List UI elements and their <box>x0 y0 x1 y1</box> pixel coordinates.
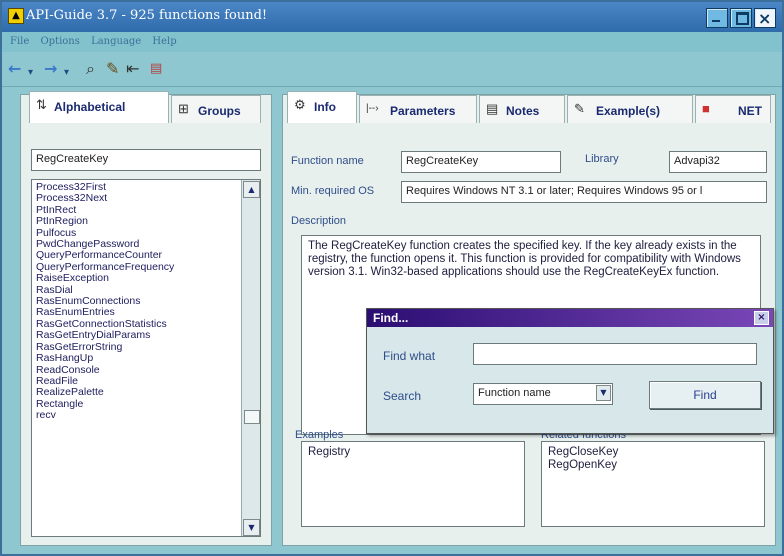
find-what-label: Find what <box>383 349 436 363</box>
function-list[interactable]: Process32First Process32Next PtInRect Pt… <box>31 179 261 537</box>
examples-icon: ✎ <box>574 101 585 116</box>
back-dropdown-icon[interactable]: ▾ <box>28 64 33 82</box>
app-window: ▲ API-Guide 3.7 - 925 functions found! ×… <box>0 0 784 556</box>
chevron-down-icon[interactable]: ▼ <box>596 385 611 401</box>
tab-notes[interactable]: ▤ Notes <box>479 95 565 123</box>
info-icon: ⚙ <box>294 97 306 112</box>
scroll-thumb[interactable] <box>244 410 260 424</box>
list-item[interactable]: recv <box>36 409 236 421</box>
maximize-button[interactable] <box>730 8 752 28</box>
app-icon: ▲ <box>8 8 24 24</box>
find-dialog: Find... × Find what Search Function name… <box>366 308 774 434</box>
tab-groups-label: Groups <box>198 104 241 118</box>
search-icon[interactable]: ⌕ <box>86 60 95 78</box>
scroll-up-icon[interactable]: ▲ <box>243 181 260 198</box>
list-item[interactable]: RaiseException <box>36 272 236 284</box>
tab-examples[interactable]: ✎ Example(s) <box>567 95 693 123</box>
description-label: Description <box>291 215 347 227</box>
forward-icon[interactable]: → <box>44 60 57 78</box>
library-label: Library <box>585 153 619 165</box>
list-scrollbar[interactable]: ▲ ▼ <box>241 180 260 536</box>
bookmark-icon[interactable]: ✎ <box>106 60 119 78</box>
list-item[interactable]: RegCloseKey <box>548 446 758 459</box>
list-item[interactable]: RasHangUp <box>36 352 236 364</box>
tab-alphabetical-label: Alphabetical <box>54 100 126 114</box>
search-label: Search <box>383 389 422 403</box>
tab-info[interactable]: ⚙ Info <box>287 91 357 123</box>
tab-net[interactable]: ■ NET <box>695 95 771 123</box>
back-icon[interactable]: ← <box>8 60 21 78</box>
list-item[interactable]: RasGetEntryDialParams <box>36 329 236 341</box>
related-list[interactable]: RegCloseKey RegOpenKey <box>541 441 765 527</box>
tab-parameters-label: Parameters <box>390 104 456 118</box>
tab-groups[interactable]: ⊞ Groups <box>171 95 261 123</box>
function-name-label: Function name <box>291 155 364 167</box>
tab-notes-label: Notes <box>506 104 540 118</box>
function-name-field[interactable]: RegCreateKey <box>401 151 561 173</box>
close-icon[interactable]: × <box>754 311 769 325</box>
notes-icon: ▤ <box>486 101 499 116</box>
tab-net-label: NET <box>738 104 762 118</box>
library-field[interactable]: Advapi32 <box>669 151 767 173</box>
menu-help[interactable]: Help <box>152 36 176 47</box>
parameters-icon: |--› <box>366 103 379 114</box>
find-dialog-title: Find... <box>373 311 409 325</box>
tab-alphabetical[interactable]: ⇅ Alphabetical <box>29 91 169 123</box>
find-button[interactable]: Find <box>649 381 761 409</box>
examples-label: Examples <box>295 429 344 441</box>
minimize-button[interactable] <box>706 8 728 28</box>
scroll-down-icon[interactable]: ▼ <box>243 519 260 536</box>
find-what-input[interactable] <box>473 343 757 365</box>
maximize-icon <box>736 12 749 25</box>
tab-parameters[interactable]: |--› Parameters <box>359 95 477 123</box>
forward-dropdown-icon[interactable]: ▾ <box>64 64 69 82</box>
toolbar: ← ▾ → ▾ ⌕ ✎ ⇤ ▤ <box>2 52 782 87</box>
document-icon[interactable]: ▤ <box>150 60 162 78</box>
search-option-value: Function name <box>478 387 551 399</box>
list-item[interactable]: RealizePalette <box>36 386 236 398</box>
window-title: API-Guide 3.7 - 925 functions found! <box>26 8 268 23</box>
title-bar[interactable]: ▲ API-Guide 3.7 - 925 functions found! × <box>2 2 782 32</box>
list-item[interactable]: Rectangle <box>36 398 236 410</box>
search-option-select[interactable]: Function name ▼ <box>473 383 613 405</box>
minimize-icon <box>712 20 720 22</box>
examples-list[interactable]: Registry <box>301 441 525 527</box>
list-item[interactable]: RegOpenKey <box>548 459 758 472</box>
close-button[interactable]: × <box>754 8 776 28</box>
function-browser-panel: ⇅ Alphabetical ⊞ Groups RegCreateKey Pro… <box>20 91 272 546</box>
tab-info-label: Info <box>314 100 336 114</box>
pin-icon[interactable]: ⇤ <box>126 60 139 78</box>
groups-icon: ⊞ <box>178 101 189 116</box>
menu-bar: File Options Language Help <box>2 32 782 52</box>
list-item[interactable]: Registry <box>308 446 518 459</box>
sort-icon: ⇅ <box>36 97 47 112</box>
min-os-field[interactable]: Requires Windows NT 3.1 or later; Requir… <box>401 181 767 203</box>
min-os-label: Min. required OS <box>291 185 375 197</box>
close-icon: × <box>758 9 772 28</box>
net-icon: ■ <box>702 101 710 116</box>
menu-language[interactable]: Language <box>91 36 141 47</box>
find-dialog-titlebar[interactable]: Find... × <box>367 309 773 327</box>
menu-file[interactable]: File <box>10 36 29 47</box>
list-item[interactable]: PtInRegion <box>36 215 236 227</box>
function-search-input[interactable]: RegCreateKey <box>31 149 261 171</box>
menu-options[interactable]: Options <box>40 36 79 47</box>
tab-examples-label: Example(s) <box>596 104 661 118</box>
